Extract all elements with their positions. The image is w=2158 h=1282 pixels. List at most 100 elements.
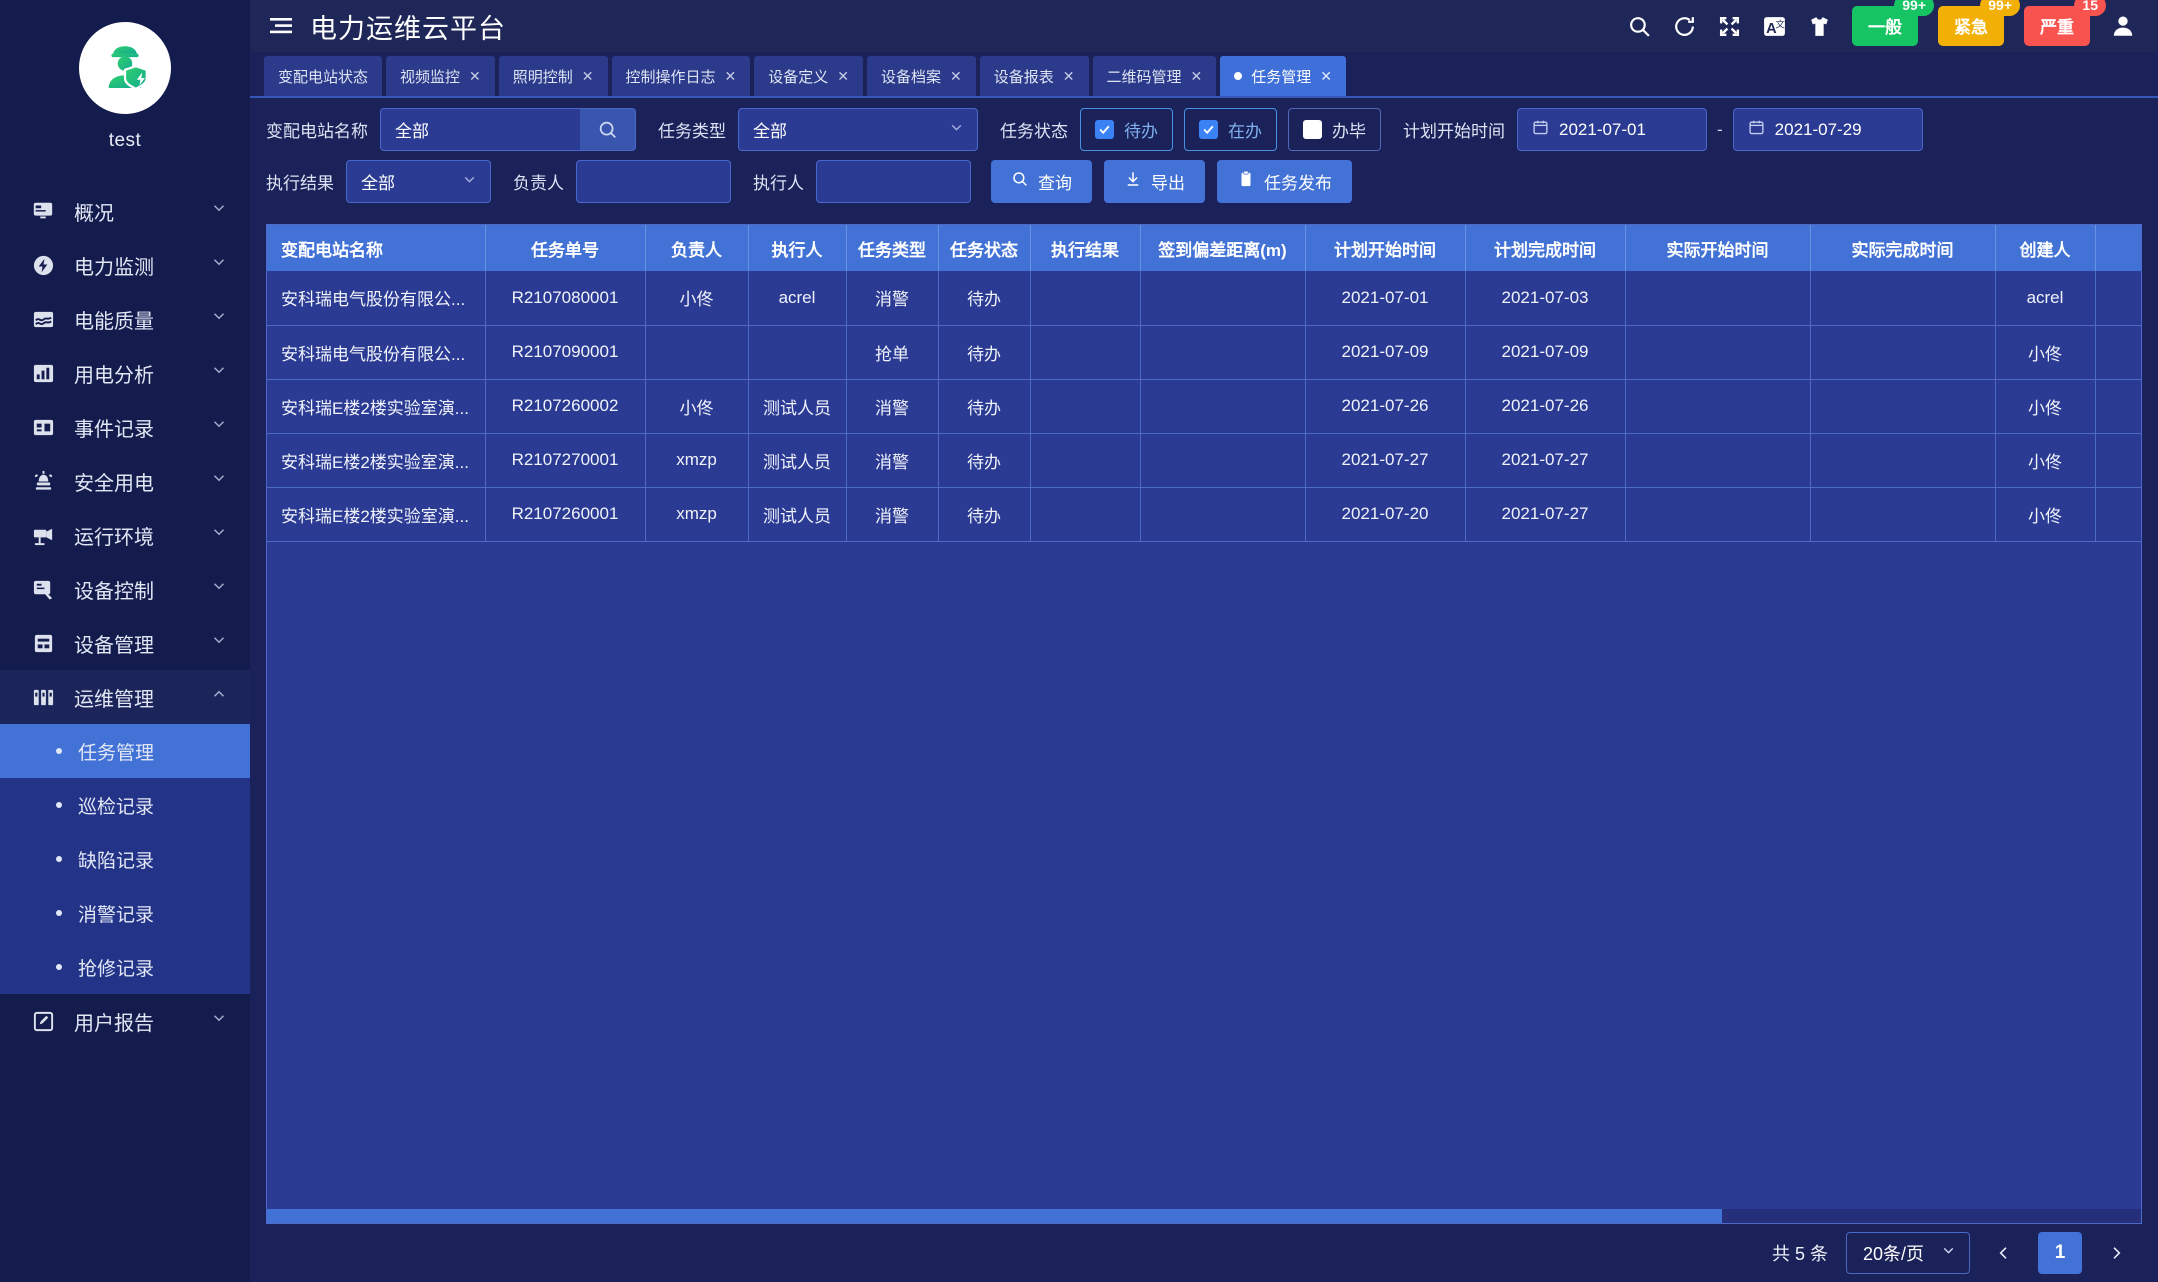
table-body: 安科瑞电气股份有限公... R2107080001 小佟 acrel 消警 待办… bbox=[267, 271, 2141, 542]
status-badge: 15 bbox=[2074, 0, 2106, 16]
sidebar-item-power-quality[interactable]: 电能质量 bbox=[0, 292, 250, 346]
sidebar-item-ops-manage[interactable]: 运维管理 bbox=[0, 670, 250, 724]
owner-input[interactable] bbox=[576, 160, 731, 203]
close-icon[interactable]: ✕ bbox=[950, 68, 962, 85]
tab-label: 二维码管理 bbox=[1106, 68, 1182, 86]
sidebar-item-user-report[interactable]: 用户报告 bbox=[0, 994, 250, 1048]
col-executor[interactable]: 执行人 bbox=[748, 225, 847, 271]
col-order-no[interactable]: 任务单号 bbox=[485, 225, 646, 271]
sidebar-item-device-manage[interactable]: 设备管理 bbox=[0, 616, 250, 670]
status-checkbox-done[interactable]: 办毕 bbox=[1288, 108, 1381, 151]
page-number-1[interactable]: 1 bbox=[2038, 1232, 2082, 1274]
table-row[interactable]: 安科瑞E楼2楼实验室演... R2107260001 xmzp 测试人员 消警 … bbox=[267, 487, 2141, 542]
tab-device-report[interactable]: 设备报表 ✕ bbox=[979, 56, 1089, 96]
sidebar-item-safe-electricity[interactable]: 安全用电 bbox=[0, 454, 250, 508]
close-icon[interactable]: ✕ bbox=[469, 68, 481, 85]
query-button[interactable]: 查询 bbox=[991, 160, 1092, 203]
col-exec-result[interactable]: 执行结果 bbox=[1030, 225, 1141, 271]
sidebar-item-usage-analysis[interactable]: 用电分析 bbox=[0, 346, 250, 400]
tab-substation-status[interactable]: 变配电站状态 bbox=[264, 56, 383, 96]
cell-plan-start: 2021-07-09 bbox=[1305, 325, 1466, 380]
col-task-status[interactable]: 任务状态 bbox=[938, 225, 1031, 271]
close-icon[interactable]: ✕ bbox=[1320, 68, 1332, 85]
task-type-select[interactable]: 全部 bbox=[738, 108, 978, 151]
status-checkbox-pending[interactable]: 待办 bbox=[1080, 108, 1173, 151]
close-icon[interactable]: ✕ bbox=[1063, 68, 1075, 85]
col-creator[interactable]: 创建人 bbox=[1995, 225, 2096, 271]
sub-item-label: 缺陷记录 bbox=[78, 850, 155, 872]
close-icon[interactable]: ✕ bbox=[725, 68, 737, 85]
publish-task-button[interactable]: 任务发布 bbox=[1217, 160, 1352, 203]
station-input[interactable]: 全部 bbox=[380, 108, 580, 151]
task-type-label: 任务类型 bbox=[658, 122, 726, 141]
cell-plan-end: 2021-07-27 bbox=[1465, 487, 1626, 542]
theme-shirt-icon[interactable] bbox=[1807, 14, 1832, 39]
search-icon bbox=[1011, 170, 1029, 193]
status-checkbox-inprogress[interactable]: 在办 bbox=[1184, 108, 1277, 151]
cell-task-status: 待办 bbox=[938, 271, 1031, 326]
date-to-input[interactable]: 2021-07-29 bbox=[1732, 108, 1923, 151]
alarm-chip-urgent[interactable]: 紧急 99+ bbox=[1938, 0, 2020, 46]
scrollbar-thumb[interactable] bbox=[267, 1209, 1722, 1223]
tab-device-definition[interactable]: 设备定义 ✕ bbox=[754, 56, 864, 96]
user-avatar-icon[interactable] bbox=[2110, 13, 2136, 39]
alarm-chip-normal[interactable]: 一般 99+ bbox=[1852, 0, 1934, 46]
col-actual-start[interactable]: 实际开始时间 bbox=[1625, 225, 1811, 271]
col-plan-end[interactable]: 计划完成时间 bbox=[1465, 225, 1626, 271]
fullscreen-icon[interactable] bbox=[1717, 14, 1742, 39]
station-search-button[interactable] bbox=[580, 108, 636, 151]
col-create-time[interactable] bbox=[2095, 225, 2141, 271]
search-icon[interactable] bbox=[1627, 14, 1652, 39]
translate-icon[interactable]: A文 bbox=[1762, 14, 1787, 39]
col-station[interactable]: 变配电站名称 bbox=[267, 225, 486, 271]
close-icon[interactable]: ✕ bbox=[1191, 68, 1203, 85]
export-button[interactable]: 导出 bbox=[1104, 160, 1205, 203]
status-badge: 99+ bbox=[1894, 0, 1934, 16]
publish-task-button-label: 任务发布 bbox=[1264, 174, 1332, 193]
sidebar-item-environment[interactable]: 运行环境 bbox=[0, 508, 250, 562]
tab-qrcode-manage[interactable]: 二维码管理 ✕ bbox=[1092, 56, 1217, 96]
sidebar-item-repair-record[interactable]: 抢修记录 bbox=[0, 940, 250, 994]
horizontal-scrollbar[interactable] bbox=[267, 1209, 2141, 1223]
table-row[interactable]: 安科瑞E楼2楼实验室演... R2107260002 小佟 测试人员 消警 待办… bbox=[267, 379, 2141, 434]
col-plan-start[interactable]: 计划开始时间 bbox=[1305, 225, 1466, 271]
table-row[interactable]: 安科瑞E楼2楼实验室演... R2107270001 xmzp 测试人员 消警 … bbox=[267, 433, 2141, 488]
exec-result-select[interactable]: 全部 bbox=[346, 160, 491, 203]
cell-station: 安科瑞E楼2楼实验室演... bbox=[267, 433, 486, 488]
sidebar-item-overview[interactable]: 概况 bbox=[0, 184, 250, 238]
col-owner[interactable]: 负责人 bbox=[645, 225, 749, 271]
tab-task-manage[interactable]: 任务管理 ✕ bbox=[1220, 56, 1347, 96]
col-deviation[interactable]: 签到偏差距离(m) bbox=[1140, 225, 1306, 271]
date-from-input[interactable]: 2021-07-01 bbox=[1517, 108, 1707, 151]
hamburger-icon[interactable] bbox=[264, 17, 298, 35]
sidebar-item-defect-record[interactable]: 缺陷记录 bbox=[0, 832, 250, 886]
table-row[interactable]: 安科瑞电气股份有限公... R2107080001 小佟 acrel 消警 待办… bbox=[267, 271, 2141, 326]
page-size-select[interactable]: 20条/页 bbox=[1846, 1232, 1970, 1274]
prev-page-button[interactable] bbox=[1988, 1233, 2020, 1273]
cell-executor: 测试人员 bbox=[748, 487, 847, 542]
alarm-chip-severe[interactable]: 严重 15 bbox=[2024, 0, 2106, 46]
col-actual-end[interactable]: 实际完成时间 bbox=[1810, 225, 1996, 271]
executor-input[interactable] bbox=[816, 160, 971, 203]
tab-device-archive[interactable]: 设备档案 ✕ bbox=[867, 56, 976, 96]
filter-row-2: 执行结果 全部 负责人 执行人 查询 导出 任务发布 bbox=[266, 160, 2142, 203]
sidebar-item-task-manage[interactable]: 任务管理 bbox=[0, 724, 250, 778]
refresh-icon[interactable] bbox=[1672, 14, 1697, 39]
tab-control-oplog[interactable]: 控制操作日志 ✕ bbox=[611, 56, 751, 96]
sidebar-item-device-control[interactable]: 设备控制 bbox=[0, 562, 250, 616]
col-task-type[interactable]: 任务类型 bbox=[846, 225, 939, 271]
sidebar-item-label: 安全用电 bbox=[74, 472, 154, 495]
cell-deviation bbox=[1140, 433, 1306, 488]
sidebar-item-power-monitor[interactable]: 电力监测 bbox=[0, 238, 250, 292]
next-page-button[interactable] bbox=[2100, 1233, 2132, 1273]
tab-video-monitor[interactable]: 视频监控 ✕ bbox=[386, 56, 495, 96]
sidebar-item-inspection-record[interactable]: 巡检记录 bbox=[0, 778, 250, 832]
sidebar-item-alarm-clear-record[interactable]: 消警记录 bbox=[0, 886, 250, 940]
table-row[interactable]: 安科瑞电气股份有限公... R2107090001 抢单 待办 2021-07-… bbox=[267, 325, 2141, 380]
close-icon[interactable]: ✕ bbox=[582, 68, 594, 85]
avatar[interactable] bbox=[79, 22, 171, 114]
tab-lighting-control[interactable]: 照明控制 ✕ bbox=[498, 56, 608, 96]
sidebar-item-event-log[interactable]: 事件记录 bbox=[0, 400, 250, 454]
close-icon[interactable]: ✕ bbox=[837, 68, 849, 85]
profile-name: test bbox=[108, 130, 142, 151]
